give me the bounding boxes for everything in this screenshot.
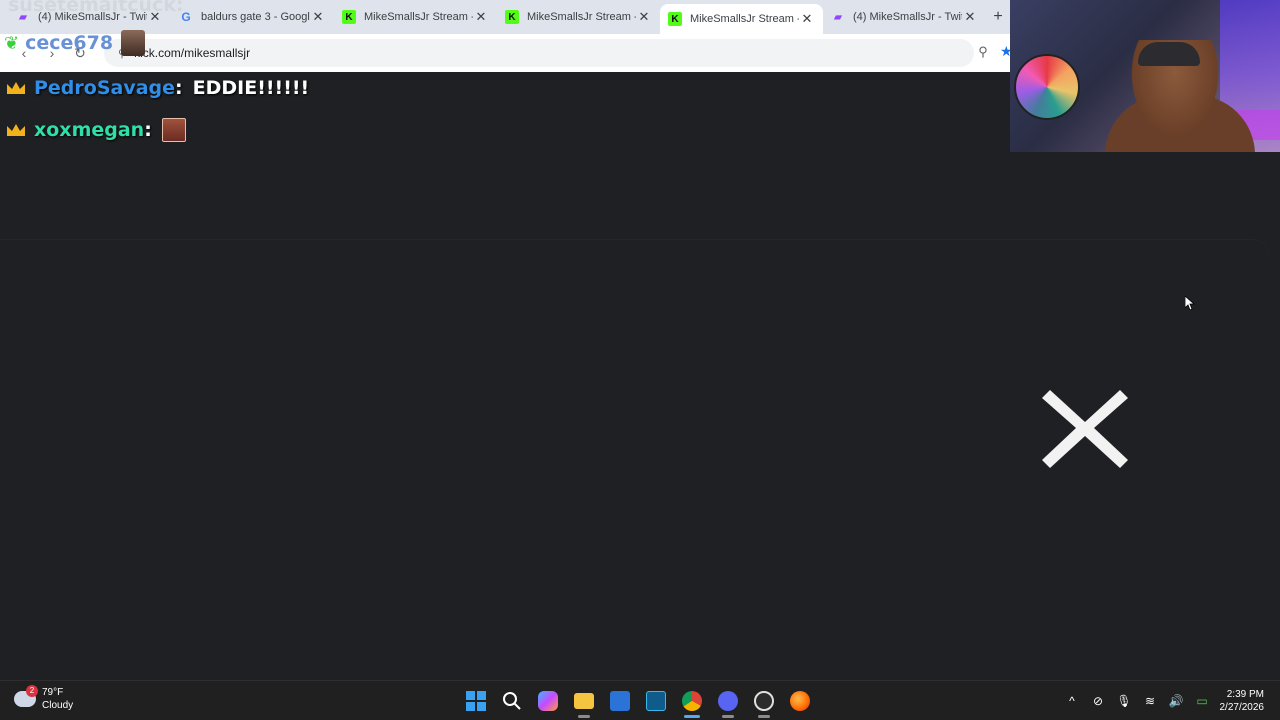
clock-time: 2:39 PM: [1226, 689, 1264, 700]
prize-wheel: [1014, 54, 1080, 120]
mouse-cursor-icon: [1185, 296, 1195, 310]
weather-temp: 79°F: [42, 687, 64, 698]
chat-ghost-line: susetemaitcuck:: [8, 0, 184, 16]
browser-tab-4[interactable]: K MikeSmallsJr Stream - W ✕: [497, 2, 660, 32]
running-indicator: [758, 715, 770, 718]
tab-close-icon[interactable]: ✕: [962, 9, 978, 25]
kick-icon: K: [668, 12, 682, 26]
chat-emote: [121, 30, 146, 56]
copilot-icon[interactable]: [530, 681, 566, 720]
windows-start-icon[interactable]: [458, 681, 494, 720]
system-tray: ^ ⊘ 🎙 ≋ 🔊 ▭: [1064, 681, 1210, 720]
chat-colon: :: [175, 77, 183, 99]
zoom-icon[interactable]: ⚲: [974, 44, 992, 62]
tab-close-icon[interactable]: ✕: [310, 9, 326, 25]
leaf-badge-icon: ❦: [4, 32, 20, 53]
new-tab-button[interactable]: +: [986, 8, 1010, 26]
hidden-tray-icon[interactable]: ⊘: [1090, 694, 1106, 708]
tab-title: baldurs gate 3 - Google: [201, 11, 310, 23]
crown-badge-icon: [6, 80, 26, 96]
running-indicator: [684, 715, 700, 718]
weather-widget[interactable]: 2 79°F Cloudy: [14, 685, 73, 712]
kick-icon: K: [342, 10, 356, 24]
streamer-cap: [1138, 42, 1200, 66]
chat-username: xoxmegan: [34, 119, 145, 141]
chat-emote: [161, 118, 186, 142]
chat-ghost-message: ❦ cece678: [4, 30, 146, 56]
tab-close-icon[interactable]: ✕: [799, 11, 815, 27]
browser-tab-2[interactable]: G baldurs gate 3 - Google ✕: [171, 2, 334, 32]
cloud-icon: 2: [14, 685, 38, 707]
tab-close-icon[interactable]: ✕: [636, 9, 652, 25]
app-red-icon[interactable]: [746, 681, 782, 720]
tab-title: MikeSmallsJr Stream - W: [690, 13, 799, 25]
chat-text: EDDIE!!!!!!: [192, 77, 310, 99]
weather-text: 79°F Cloudy: [42, 686, 73, 712]
search-icon[interactable]: [494, 681, 530, 720]
chrome-icon[interactable]: [674, 681, 710, 720]
clock[interactable]: 2:39 PM 2/27/2026: [1220, 688, 1265, 714]
discord-icon[interactable]: [710, 681, 746, 720]
browser-tab-6[interactable]: ▰ (4) MikeSmallsJr - Twitc ✕: [823, 2, 986, 32]
chat-username: PedroSavage: [34, 77, 176, 99]
wifi-icon[interactable]: ≋: [1142, 694, 1158, 708]
chat-username: cece678: [25, 32, 114, 54]
browser-tab-5-active[interactable]: K MikeSmallsJr Stream - W ✕: [660, 4, 823, 34]
chat-message: xoxmegan :: [6, 112, 309, 148]
webcam-overlay: [1010, 0, 1280, 152]
battery-icon[interactable]: ▭: [1194, 694, 1210, 708]
running-indicator: [722, 715, 734, 718]
chat-colon: :: [144, 119, 152, 141]
screen: ▰ (4) MikeSmallsJr - Twitc ✕ G baldurs g…: [0, 0, 1280, 720]
taskbar: 2 79°F Cloudy ^ ⊘ 🎙 ≋ 🔊 ▭ 2:39 PM 2/27/2…: [0, 680, 1280, 720]
clock-date: 2/27/2026: [1219, 702, 1265, 713]
firefox-icon[interactable]: [782, 681, 818, 720]
browser-tab-3[interactable]: K MikeSmallsJr Stream - W ✕: [334, 2, 497, 32]
tab-title: MikeSmallsJr Stream - W: [527, 11, 636, 23]
chat-message: PedroSavage : EDDIE!!!!!!: [6, 70, 309, 106]
app-icon[interactable]: [638, 681, 674, 720]
chat-overlay: PedroSavage : EDDIE!!!!!! xoxmegan :: [6, 70, 309, 154]
volume-icon[interactable]: 🔊: [1168, 694, 1184, 708]
chevron-up-icon[interactable]: ^: [1064, 694, 1080, 708]
kick-icon: K: [505, 10, 519, 24]
crown-badge-icon: [6, 122, 26, 138]
file-explorer-icon[interactable]: [566, 681, 602, 720]
twitch-icon: ▰: [834, 11, 842, 23]
store-icon[interactable]: [602, 681, 638, 720]
address-bar[interactable]: ⚲ kick.com/mikesmallsjr: [104, 39, 974, 67]
address-url: kick.com/mikesmallsjr: [134, 46, 251, 60]
taskbar-apps: [458, 681, 818, 720]
close-icon[interactable]: [1040, 382, 1130, 472]
weather-condition: Cloudy: [42, 700, 74, 711]
tab-close-icon[interactable]: ✕: [473, 9, 489, 25]
running-indicator: [578, 715, 590, 718]
tab-title: MikeSmallsJr Stream - W: [364, 11, 473, 23]
notification-badge: 2: [26, 685, 38, 697]
tab-title: (4) MikeSmallsJr - Twitc: [853, 11, 962, 23]
microphone-icon[interactable]: 🎙: [1116, 694, 1132, 708]
